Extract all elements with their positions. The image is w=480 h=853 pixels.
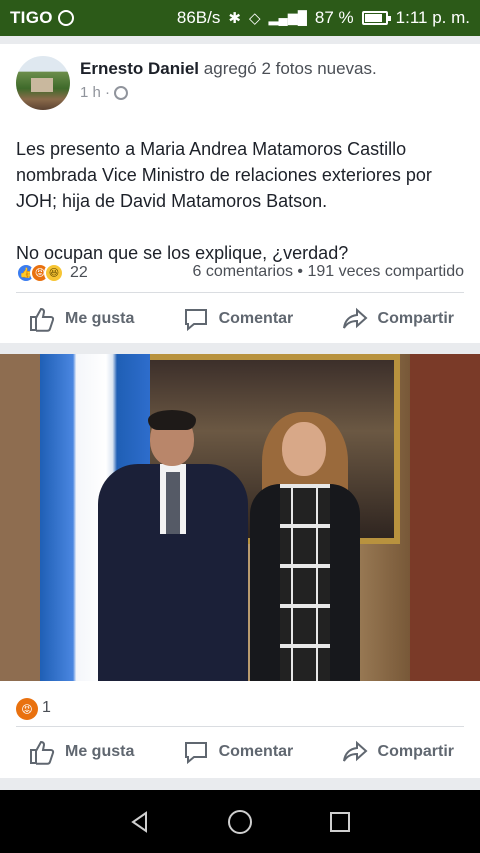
home-icon[interactable]	[226, 808, 254, 836]
status-bar: TIGO 86B/s ✱ ◇ ▂▄▆█ 87 % 1:11 p. m.	[0, 0, 480, 36]
person-left	[98, 410, 248, 681]
post-paragraph-1: Les presento a Maria Andrea Matamoros Ca…	[16, 139, 432, 211]
thumbs-up-icon	[30, 740, 55, 765]
like-label: Me gusta	[65, 743, 135, 760]
share-icon	[342, 307, 368, 329]
clock: 1:11 p. m.	[395, 8, 470, 27]
post-card: Ernesto Daniel agregó 2 fotos nuevas. 1 …	[0, 44, 480, 343]
whatsapp-icon	[57, 10, 74, 26]
author-name[interactable]: Ernesto Daniel	[80, 59, 199, 78]
carrier-name: TIGO	[10, 8, 53, 27]
share-label: Compartir	[377, 743, 454, 760]
comment-icon	[184, 742, 207, 765]
post-stats[interactable]: 6 comentarios • 191 veces compartido	[192, 263, 464, 281]
avatar[interactable]	[16, 56, 70, 110]
reaction-count: 22	[70, 264, 88, 281]
comment-label: Comentar	[218, 743, 294, 760]
network-speed: 86B/s	[176, 8, 221, 27]
globe-icon	[114, 85, 129, 100]
like-button[interactable]: Me gusta	[28, 305, 134, 333]
person-right	[250, 412, 360, 681]
share-button[interactable]: Compartir	[341, 305, 454, 333]
divider	[16, 292, 464, 293]
recents-icon[interactable]	[326, 808, 354, 836]
status-right: 86B/s ✱ ◇ ▂▄▆█ 87 % 1:11 p. m.	[177, 8, 470, 28]
photo-reaction-count: 1	[42, 699, 51, 716]
comment-button[interactable]: Comentar	[182, 738, 294, 766]
vibrate-icon: ◇	[248, 10, 261, 27]
comment-button[interactable]: Comentar	[182, 305, 294, 333]
comment-icon	[184, 309, 207, 332]
photo-actions: Me gusta Comentar Compartir	[0, 727, 480, 777]
post-action-text: agregó 2 fotos nuevas.	[203, 59, 377, 78]
battery-percent: 87 %	[314, 8, 354, 27]
reaction-summary[interactable]: 👍 😡 😆 22	[16, 263, 88, 283]
signal-icon: ▂▄▆█	[268, 10, 307, 25]
angry-reaction-icon[interactable]: 😡	[16, 698, 38, 720]
navigation-bar	[0, 790, 480, 853]
share-button[interactable]: Compartir	[341, 738, 454, 766]
post-time[interactable]: 1 h ·	[80, 84, 110, 101]
post-meta: 1 h ·	[80, 84, 129, 101]
post-header: Ernesto Daniel agregó 2 fotos nuevas.	[80, 59, 377, 79]
photo-post-footer: 😡 1 Me gusta Comentar Compartir	[0, 681, 480, 778]
back-icon[interactable]	[126, 808, 154, 836]
battery-icon	[361, 11, 391, 25]
thumbs-up-icon	[30, 307, 55, 332]
like-label: Me gusta	[65, 310, 135, 327]
bluetooth-icon: ✱	[228, 10, 241, 27]
comment-label: Comentar	[218, 310, 294, 327]
like-button[interactable]: Me gusta	[28, 738, 134, 766]
post-actions: Me gusta Comentar Compartir	[0, 294, 480, 344]
post-text: Les presento a Maria Andrea Matamoros Ca…	[16, 136, 466, 266]
haha-reaction-icon: 😆	[44, 263, 64, 283]
share-label: Compartir	[377, 310, 454, 327]
share-icon	[342, 740, 368, 762]
post-photo[interactable]	[0, 354, 480, 681]
